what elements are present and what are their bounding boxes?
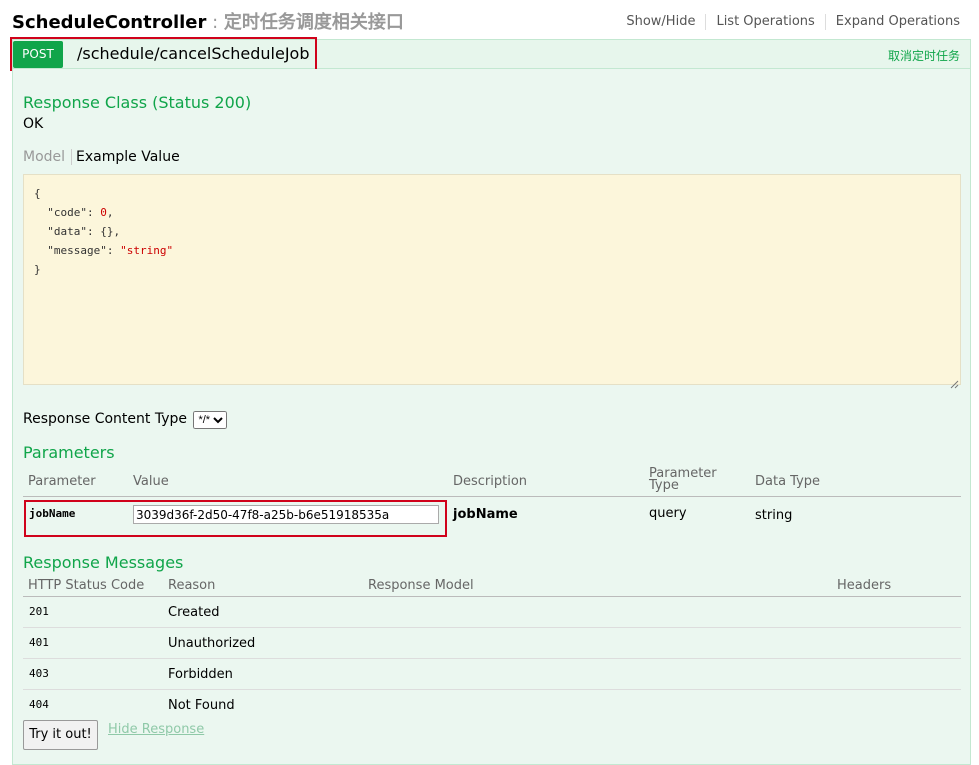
response-messages-title: Response Messages: [23, 553, 184, 572]
show-hide-link[interactable]: Show/Hide: [616, 14, 705, 30]
resp-reason: Unauthorized: [168, 636, 256, 651]
resp-reason: Not Found: [168, 698, 235, 713]
row-divider: [23, 627, 961, 628]
param-col-description: Description: [453, 474, 528, 489]
resp-reason: Forbidden: [168, 667, 233, 682]
resize-handle-icon[interactable]: [950, 374, 959, 389]
json-close: }: [34, 263, 41, 276]
json-data-key: "data": [47, 225, 87, 238]
json-open: {: [34, 187, 41, 200]
resp-col-headers: Headers: [837, 578, 892, 593]
resp-col-model: Response Model: [368, 578, 474, 593]
row-divider: [23, 658, 961, 659]
list-operations-link[interactable]: List Operations: [705, 14, 824, 30]
resp-col-code: HTTP Status Code: [28, 578, 145, 593]
header-separator: :: [206, 12, 224, 33]
row-divider: [23, 689, 961, 690]
json-code-key: "code": [47, 206, 87, 219]
operation-summary[interactable]: 取消定时任务: [888, 47, 960, 64]
resp-code: 403: [29, 667, 49, 680]
resp-col-reason: Reason: [168, 578, 216, 593]
controller-description: 定时任务调度相关接口: [223, 12, 404, 33]
parameters-title: Parameters: [23, 443, 115, 462]
param-col-datatype: Data Type: [755, 474, 821, 489]
response-class-title: Response Class (Status 200): [23, 93, 252, 112]
highlight-box-operation: [10, 37, 317, 71]
json-data-value: {}: [100, 225, 114, 238]
param-col-parameter: Parameter: [28, 474, 96, 489]
try-it-out-button[interactable]: Try it out!: [23, 720, 98, 750]
model-tabs: Model Example Value: [23, 149, 180, 165]
param-col-type: Parameter Type: [649, 466, 717, 493]
resp-reason: Created: [168, 605, 220, 620]
hide-response-link[interactable]: Hide Response: [108, 722, 204, 737]
tab-example-value[interactable]: Example Value: [72, 149, 180, 165]
header-links: Show/Hide List Operations Expand Operati…: [616, 14, 960, 30]
json-code-value: 0: [100, 206, 107, 219]
expand-operations-link[interactable]: Expand Operations: [824, 14, 960, 30]
controller-name[interactable]: ScheduleController: [12, 12, 206, 33]
json-message-value: "string": [120, 244, 174, 257]
response-content-type-label: Response Content Type: [23, 411, 187, 427]
resp-code: 401: [29, 636, 49, 649]
tab-model[interactable]: Model: [23, 149, 73, 165]
example-json-box[interactable]: { "code": 0, "data": {}, "message": "str…: [23, 174, 961, 385]
controller-header[interactable]: ScheduleController : 定时任务调度相关接口: [12, 8, 404, 34]
resp-code: 201: [29, 605, 49, 618]
param-header-divider: [23, 496, 961, 497]
param-type: query: [649, 506, 687, 521]
param-col-value: Value: [133, 474, 169, 489]
param-description: jobName: [453, 507, 518, 522]
json-message-key: "message": [47, 244, 107, 257]
response-content-type: Response Content Type */*: [23, 411, 228, 429]
response-content-type-select[interactable]: */*: [193, 411, 228, 429]
resp-code: 404: [29, 698, 49, 711]
highlight-box-parameter: [24, 500, 447, 537]
param-datatype: string: [755, 508, 793, 523]
resp-header-divider: [23, 596, 961, 597]
response-status-text: OK: [23, 116, 44, 132]
